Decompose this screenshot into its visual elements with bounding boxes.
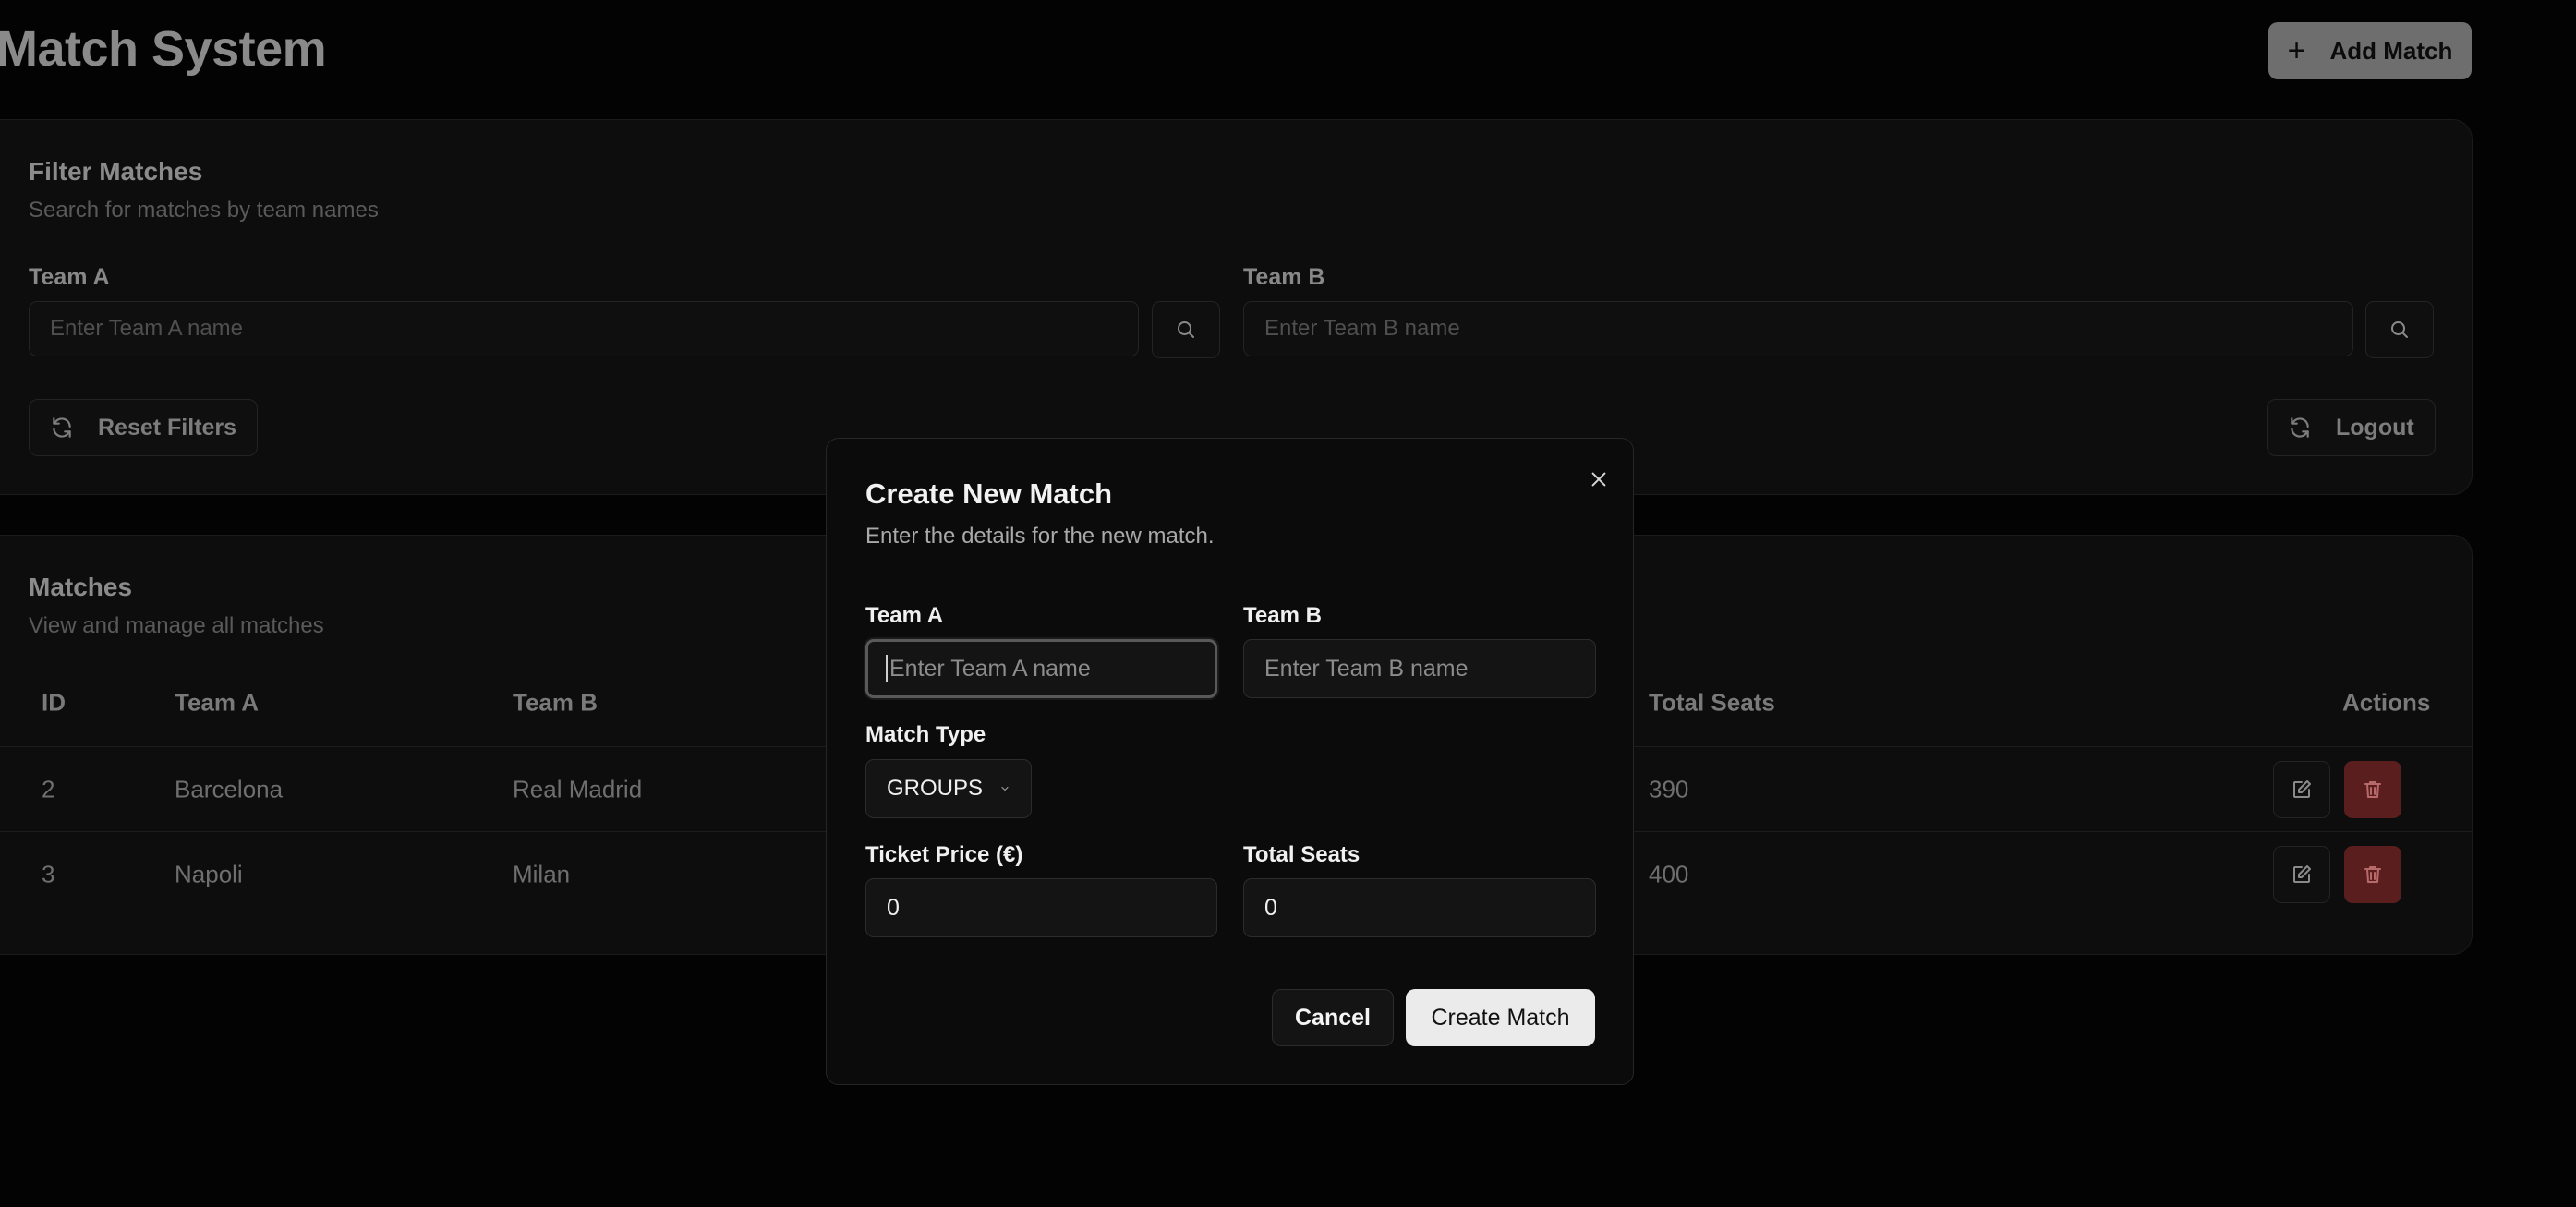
- column-header-total-seats: Total Seats: [1649, 688, 1775, 717]
- cancel-button[interactable]: Cancel: [1272, 989, 1394, 1046]
- team-b-input[interactable]: Enter Team B name: [1243, 639, 1596, 698]
- edit-icon: [2293, 865, 2311, 883]
- logout-label: Logout: [2336, 414, 2414, 441]
- delete-button[interactable]: [2344, 846, 2401, 903]
- create-match-dialog: Create New Match Enter the details for t…: [826, 438, 1634, 1085]
- team-b-label: Team B: [1243, 603, 1322, 628]
- column-header-team-a: Team A: [175, 688, 260, 717]
- team-a-placeholder: Enter Team A name: [889, 655, 1091, 682]
- cell-id: 3: [42, 860, 55, 888]
- filter-team-a-search-button[interactable]: [1152, 301, 1220, 358]
- trash-icon: [2364, 866, 2381, 883]
- matches-title: Matches: [29, 573, 133, 601]
- column-header-id: ID: [42, 688, 66, 717]
- edit-button[interactable]: [2273, 846, 2330, 903]
- page-title: Match System: [0, 21, 327, 77]
- refresh-icon: [53, 417, 71, 438]
- matches-subtitle: View and manage all matches: [29, 613, 324, 638]
- filter-team-b-label: Team B: [1243, 264, 1325, 290]
- chevron-down-icon: [1001, 786, 1009, 791]
- total-seats-input[interactable]: 0: [1243, 878, 1596, 937]
- cell-id: 2: [42, 775, 55, 803]
- search-icon: [2391, 321, 2408, 338]
- filter-subtitle: Search for matches by team names: [29, 198, 379, 223]
- cell-total-seats: 390: [1649, 775, 1689, 803]
- reset-filters-button[interactable]: Reset Filters: [29, 399, 259, 456]
- total-seats-label: Total Seats: [1243, 842, 1361, 867]
- edit-button[interactable]: [2273, 761, 2330, 818]
- filter-team-b-input[interactable]: Enter Team B name: [1243, 301, 2353, 356]
- search-icon: [1178, 321, 1194, 338]
- add-match-label: Add Match: [2329, 36, 2453, 65]
- match-type-value: GROUPS: [887, 776, 984, 801]
- column-header-team-b: Team B: [513, 688, 598, 717]
- filter-team-a-input[interactable]: Enter Team A name: [29, 301, 1139, 356]
- reset-filters-label: Reset Filters: [98, 414, 237, 441]
- ticket-price-input[interactable]: 0: [865, 878, 1217, 937]
- delete-button[interactable]: [2344, 761, 2401, 818]
- dialog-title: Create New Match: [865, 477, 1113, 510]
- column-header-actions: Actions: [2342, 688, 2431, 717]
- dialog-subtitle: Enter the details for the new match.: [865, 524, 1215, 549]
- cell-team-b: Real Madrid: [513, 775, 643, 803]
- filter-team-b-search-button[interactable]: [2365, 301, 2434, 358]
- refresh-icon: [2291, 417, 2309, 438]
- edit-icon: [2293, 780, 2311, 798]
- team-a-input[interactable]: Enter Team A name: [865, 639, 1217, 698]
- filter-title: Filter Matches: [29, 157, 203, 186]
- filter-team-a-label: Team A: [29, 264, 110, 290]
- ticket-price-label: Ticket Price (€): [865, 842, 1023, 867]
- cell-total-seats: 400: [1649, 860, 1689, 888]
- cell-team-a: Barcelona: [175, 775, 284, 803]
- add-match-button[interactable]: + Add Match: [2268, 22, 2472, 79]
- cell-team-a: Napoli: [175, 860, 243, 888]
- team-a-label: Team A: [865, 603, 944, 628]
- plus-icon: +: [2287, 33, 2306, 68]
- trash-icon: [2364, 781, 2381, 798]
- close-button[interactable]: [1582, 463, 1615, 496]
- text-caret: [886, 655, 888, 682]
- cell-team-b: Milan: [513, 860, 571, 888]
- match-type-select[interactable]: GROUPS: [865, 759, 1032, 818]
- close-icon: [1591, 472, 1606, 487]
- create-match-button[interactable]: Create Match: [1406, 989, 1595, 1046]
- match-type-label: Match Type: [865, 722, 986, 747]
- logout-button[interactable]: Logout: [2267, 399, 2436, 456]
